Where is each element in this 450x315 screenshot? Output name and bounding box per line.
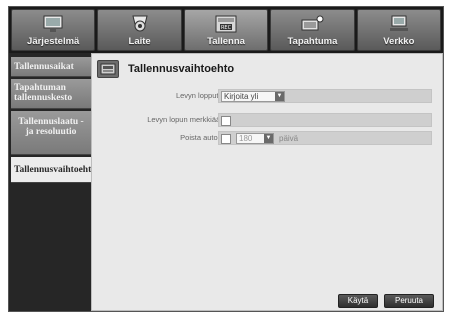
chevron-down-icon: ▼ xyxy=(264,134,273,143)
dvr-settings-window: Järjestelmä Laite REC Tallenna Tapahtuma… xyxy=(8,6,444,312)
monitor-icon xyxy=(43,15,63,32)
disk-full-field: Kirjoita yli ▼ xyxy=(218,89,432,103)
sidebar-item-tapahtuman-tallennuskesto[interactable]: Tapahtuman tallennuskesto xyxy=(11,79,91,109)
disk-full-select[interactable]: Kirjoita yli ▼ xyxy=(221,91,285,102)
disk-full-value: Kirjoita yli xyxy=(224,92,259,101)
network-icon xyxy=(389,15,408,31)
sidebar-item-tallennusaikat[interactable]: Tallennusaikat xyxy=(11,57,91,77)
tab-label: Verkko xyxy=(383,36,415,47)
chevron-down-icon: ▼ xyxy=(275,92,284,101)
event-icon xyxy=(301,15,324,31)
cancel-button[interactable]: Peruuta xyxy=(384,294,434,308)
sidebar-item-label: Tallennusaikat xyxy=(14,62,74,72)
sidebar-item-label: Tapahtuman tallennuskesto xyxy=(14,83,73,103)
auto-delete-unit: päivä xyxy=(279,134,299,143)
apply-button[interactable]: Käytä xyxy=(338,294,378,308)
tab-jarjestelma[interactable]: Järjestelmä xyxy=(11,9,96,51)
tab-label: Järjestelmä xyxy=(27,36,80,47)
disk-end-beep-label: Levyn lopun merkkiääni xyxy=(147,115,226,124)
disk-end-beep-field xyxy=(218,113,432,127)
auto-delete-days-value: 180 xyxy=(239,134,253,143)
sidebar-item-tallennuslaatu[interactable]: Tallennuslaatu - ja resoluutio xyxy=(11,111,91,155)
settings-panel: Tallennusvaihtoehto Levyn lopputila Kirj… xyxy=(91,53,443,311)
camera-icon xyxy=(131,15,148,32)
auto-delete-checkbox[interactable] xyxy=(221,134,231,144)
auto-delete-field: 180 ▼ päivä xyxy=(218,131,432,145)
disk-end-beep-checkbox[interactable] xyxy=(221,116,231,126)
tab-verkko[interactable]: Verkko xyxy=(356,9,442,51)
rec-icon: REC xyxy=(215,15,237,33)
sidebar-item-label: Tallennusvaihtoehto xyxy=(14,165,91,175)
tab-label: Tapahtuma xyxy=(287,36,338,47)
sidebar: Tallennusaikat Tapahtuman tallennuskesto… xyxy=(9,53,91,311)
auto-delete-days-select[interactable]: 180 ▼ xyxy=(236,133,274,144)
tab-tallenna[interactable]: REC Tallenna xyxy=(183,9,269,51)
settings-page-icon xyxy=(97,60,119,78)
tab-laite[interactable]: Laite xyxy=(97,9,182,51)
tab-label: Laite xyxy=(128,36,151,47)
disk-end-beep-row: Levyn lopun merkkiääni xyxy=(102,113,438,127)
svg-text:REC: REC xyxy=(221,25,232,31)
sidebar-item-tallennusvaihtoehto[interactable]: Tallennusvaihtoehto xyxy=(11,157,91,183)
tab-label: Tallenna xyxy=(207,36,245,47)
top-tab-bar: Järjestelmä Laite REC Tallenna Tapahtuma… xyxy=(9,7,443,53)
auto-delete-row: Poista autom. 180 ▼ päivä xyxy=(102,131,438,145)
page-title: Tallennusvaihtoehto xyxy=(128,63,235,75)
sidebar-item-label: Tallennuslaatu - ja resoluutio xyxy=(18,117,84,137)
disk-full-row: Levyn lopputila Kirjoita yli ▼ xyxy=(102,89,438,103)
tab-tapahtuma[interactable]: Tapahtuma xyxy=(270,9,355,51)
